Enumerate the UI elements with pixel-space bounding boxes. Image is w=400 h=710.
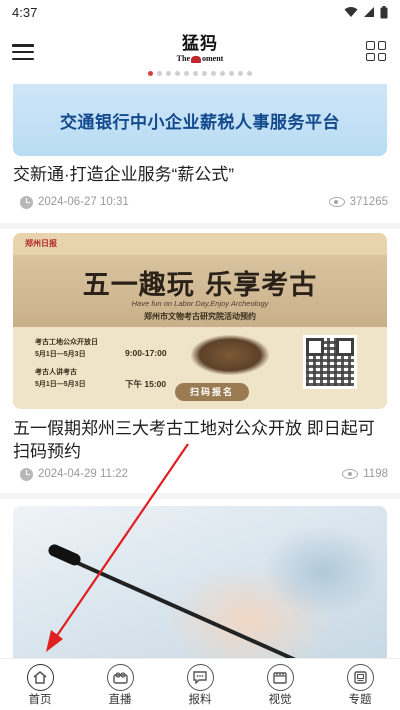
clock-icon <box>20 195 33 209</box>
status-time: 4:37 <box>12 4 38 20</box>
home-icon <box>26 664 54 691</box>
carousel-dot[interactable] <box>202 71 207 76</box>
logo-en-prefix: The <box>176 54 190 63</box>
news-views: 1198 <box>363 468 388 480</box>
poster-organizer: 郑州市文物考古研究院活动预约 <box>144 312 256 321</box>
elephant-icon <box>191 55 201 63</box>
status-bar: 4:37 <box>0 0 400 24</box>
news-date: 2024-04-29 11:22 <box>38 468 128 480</box>
poster-row: 考古人讲考古 <box>35 369 77 376</box>
nav-topics[interactable]: 专题 <box>320 659 400 710</box>
eye-icon <box>328 197 345 207</box>
microphone-head <box>46 542 83 568</box>
news-thumbnail-photo[interactable] <box>13 506 387 658</box>
poster-time: 下午 15:00 <box>125 379 167 389</box>
carousel-dots <box>0 71 400 76</box>
poster-badge: 郑州日报 <box>25 239 57 248</box>
clock-icon <box>20 467 33 481</box>
eye-icon <box>342 469 359 479</box>
poster-signup-button: 扫码报名 <box>175 383 249 401</box>
carousel-dot[interactable] <box>211 71 216 76</box>
poster-time: 9:00-17:00 <box>125 348 167 358</box>
battery-icon <box>380 5 388 18</box>
news-date: 2024-06-27 10:31 <box>38 196 129 208</box>
carousel-dot[interactable] <box>238 71 243 76</box>
carousel-dot[interactable] <box>220 71 225 76</box>
news-title[interactable]: 五一假期郑州三大考古工地对公众开放 即日起可扫码预约 <box>13 417 389 463</box>
bottom-nav: 首页 直播 报料 视觉 专题 <box>0 658 400 710</box>
signal-icon <box>364 7 374 17</box>
status-icons <box>344 5 388 19</box>
nav-label: 首页 <box>28 694 52 706</box>
poster-row: 考古工地公众开放日 <box>35 339 98 346</box>
menu-icon[interactable] <box>12 42 34 62</box>
logo-chinese: 猛犸 <box>182 34 218 54</box>
news-title[interactable]: 交新通·打造企业服务“薪公式” <box>13 163 389 186</box>
banner-text: 交通银行中小企业薪税人事服务平台 <box>60 112 340 133</box>
poster-row: 5月1日—5月3日 <box>35 381 86 388</box>
carousel-dot[interactable] <box>175 71 180 76</box>
carousel-dot[interactable] <box>166 71 171 76</box>
carousel-dot[interactable] <box>229 71 234 76</box>
news-thumbnail[interactable]: 交通银行中小企业薪税人事服务平台 <box>13 84 387 156</box>
divider <box>0 493 400 499</box>
news-meta: 2024-06-27 10:31 371265 <box>20 194 388 210</box>
topic-icon <box>346 664 374 691</box>
logo-english: The oment <box>170 54 230 64</box>
carousel-dot[interactable] <box>157 71 162 76</box>
report-chat-icon <box>186 664 214 691</box>
film-icon <box>266 664 294 691</box>
relic-image <box>191 335 269 375</box>
live-camera-icon <box>106 664 134 691</box>
nav-visual[interactable]: 视觉 <box>240 659 320 710</box>
poster-row: 5月1日—5月3日 <box>35 351 86 358</box>
nav-label: 报料 <box>188 694 212 706</box>
news-views: 371265 <box>349 196 388 208</box>
wifi-icon <box>344 7 358 17</box>
nav-home[interactable]: 首页 <box>0 659 80 710</box>
app-header: 猛犸 The oment <box>0 24 400 84</box>
divider <box>0 223 400 229</box>
carousel-dot[interactable] <box>148 71 153 76</box>
nav-label: 直播 <box>108 694 132 706</box>
news-meta: 2024-04-29 11:22 1198 <box>20 466 388 482</box>
poster-subtitle: Have fun on Labor Day,Enjoy Archeology <box>131 299 269 308</box>
nav-label: 视觉 <box>268 694 292 706</box>
carousel-dot[interactable] <box>184 71 189 76</box>
nav-report[interactable]: 报料 <box>160 659 240 710</box>
qr-code <box>303 335 357 389</box>
news-thumbnail-poster[interactable]: 郑州日报 五一趣玩 乐享考古 Have fun on Labor Day,Enj… <box>13 233 387 409</box>
nav-live[interactable]: 直播 <box>80 659 160 710</box>
poster-headline: 五一趣玩 乐享考古 <box>82 270 318 301</box>
carousel-dot[interactable] <box>193 71 198 76</box>
app-logo: 猛犸 The oment <box>170 34 230 72</box>
nav-label: 专题 <box>348 694 372 706</box>
carousel-dot[interactable] <box>247 71 252 76</box>
logo-en-suffix: oment <box>202 54 224 63</box>
news-feed[interactable]: 交通银行中小企业薪税人事服务平台 交新通·打造企业服务“薪公式” 2024-06… <box>0 84 400 658</box>
grid-menu-icon[interactable] <box>366 41 386 61</box>
